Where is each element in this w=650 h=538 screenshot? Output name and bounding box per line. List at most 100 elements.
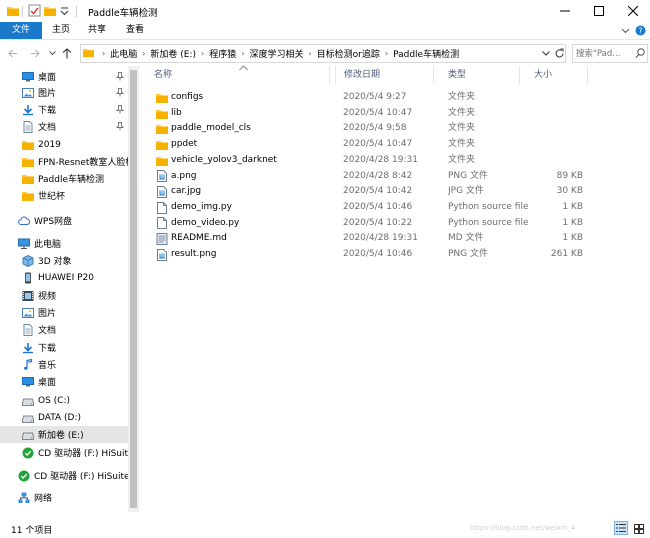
nav-item[interactable]: WPS网盘 xyxy=(0,212,128,229)
file-icon xyxy=(156,201,168,214)
breadcrumb-separator-icon[interactable]: › xyxy=(385,49,388,58)
large-icons-view-button[interactable] xyxy=(632,522,645,535)
nav-item[interactable]: HUAWEI P20 xyxy=(0,269,128,286)
file-row[interactable]: demo_video.py 2020/5/4 10:22 Python source… xyxy=(140,216,600,232)
drive-icon xyxy=(22,395,34,407)
nav-item[interactable]: 音乐 xyxy=(0,356,128,373)
up-button[interactable] xyxy=(62,48,72,59)
file-row[interactable]: configs 2020/5/4 9:27 文件夹 xyxy=(140,90,600,106)
maximize-button[interactable] xyxy=(582,0,616,22)
breadcrumb-separator-icon[interactable]: › xyxy=(201,49,204,58)
back-button[interactable] xyxy=(8,49,18,58)
file-type: Python source file xyxy=(448,201,529,212)
nav-item[interactable]: 2019 xyxy=(0,136,128,153)
nav-item[interactable]: 文档 xyxy=(0,118,128,135)
file-row[interactable]: result.png 2020/5/4 10:46 PNG 文件 261 KB xyxy=(140,247,600,263)
column-header-size[interactable]: 大小 xyxy=(520,66,588,84)
tab-file[interactable]: 文件 xyxy=(0,22,42,39)
pictures-icon xyxy=(22,307,34,319)
nav-item[interactable]: 桌面 xyxy=(0,373,128,390)
quick-access-dropdown-icon[interactable] xyxy=(60,5,69,17)
nav-item[interactable]: 网络 xyxy=(0,489,128,506)
recent-locations-icon[interactable] xyxy=(49,51,56,56)
properties-icon[interactable] xyxy=(28,4,41,17)
file-row[interactable]: ppdet 2020/5/4 10:47 文件夹 xyxy=(140,137,600,153)
breadcrumb-separator-icon[interactable]: › xyxy=(308,49,311,58)
address-bar[interactable]: › 此电脑 › 新加卷 (E:) › 程序猿 › 深度学习相关 › 目标检测or… xyxy=(80,44,566,63)
file-type: 文件夹 xyxy=(448,107,476,118)
tab-home[interactable]: 主页 xyxy=(44,22,78,39)
nav-item[interactable]: 下载 xyxy=(0,339,128,356)
nav-item-label: 图片 xyxy=(38,89,57,99)
breadcrumb-item[interactable]: 新加卷 (E:) xyxy=(150,47,196,60)
file-type: JPG 文件 xyxy=(448,186,484,197)
file-row[interactable]: README.md 2020/4/28 19:31 MD 文件 1 KB xyxy=(140,231,600,247)
minimize-button[interactable] xyxy=(548,0,582,22)
file-type: MD 文件 xyxy=(448,233,484,244)
nav-item[interactable]: 世纪杯 xyxy=(0,187,128,204)
nav-item[interactable]: 此电脑 xyxy=(0,235,128,252)
breadcrumb-item[interactable]: 深度学习相关 xyxy=(249,47,303,60)
file-name: paddle_model_cls xyxy=(171,123,251,134)
file-name-cell: lib xyxy=(156,106,182,122)
file-size: 1 KB xyxy=(562,217,583,228)
scrollbar-thumb[interactable] xyxy=(130,70,137,508)
breadcrumb-item[interactable]: 程序猿 xyxy=(209,47,236,60)
nav-item[interactable]: DATA (D:) xyxy=(0,409,128,426)
status-bar: 11 个项目 https://blog.csdn.net/weixin_4 xyxy=(0,518,650,538)
desktop-icon xyxy=(22,376,34,388)
address-history-icon[interactable] xyxy=(542,51,550,56)
nav-item[interactable]: 桌面 xyxy=(0,68,128,85)
tab-share[interactable]: 共享 xyxy=(80,22,114,39)
nav-item[interactable]: OS (C:) xyxy=(0,392,128,409)
column-header-type[interactable]: 类型 xyxy=(434,66,520,84)
desktop-icon xyxy=(22,71,34,83)
search-box[interactable] xyxy=(572,44,648,63)
nav-item-label: 桌面 xyxy=(38,378,57,388)
column-header-name[interactable]: 名称 xyxy=(140,66,336,84)
nav-item[interactable]: 新加卷 (E:) xyxy=(0,426,128,443)
search-input[interactable] xyxy=(576,47,632,60)
file-name-cell: demo_img.py xyxy=(156,200,232,216)
breadcrumb-item[interactable]: 目标检测or追踪 xyxy=(317,47,380,60)
file-row[interactable]: a.png 2020/4/28 8:42 PNG 文件 89 KB xyxy=(140,169,600,185)
breadcrumb: › 此电脑 › 新加卷 (E:) › 程序猿 › 深度学习相关 › 目标检测or… xyxy=(97,45,459,62)
nav-item[interactable]: CD 驱动器 (F:) HiSuite xyxy=(0,467,128,484)
file-name-cell: a.png xyxy=(156,169,197,185)
details-view-button[interactable] xyxy=(614,521,628,535)
nav-item-label: 下载 xyxy=(38,344,57,354)
file-name-cell: paddle_model_cls xyxy=(156,121,251,137)
breadcrumb-separator-icon[interactable]: › xyxy=(142,49,145,58)
breadcrumb-separator-icon[interactable]: › xyxy=(241,49,244,58)
file-row[interactable]: vehicle_yolov3_darknet 2020/4/28 19:31 文件夹 xyxy=(140,153,600,169)
cloud-icon xyxy=(18,215,30,227)
nav-item[interactable]: 图片 xyxy=(0,84,128,101)
new-folder-icon[interactable] xyxy=(44,5,56,17)
navigation-scrollbar[interactable] xyxy=(128,66,139,512)
nav-item[interactable]: 下载 xyxy=(0,101,128,118)
file-row[interactable]: demo_img.py 2020/5/4 10:46 Python source f… xyxy=(140,200,600,216)
column-header-date[interactable]: 修改日期 xyxy=(329,66,434,84)
breadcrumb-item[interactable]: 此电脑 xyxy=(110,47,137,60)
tab-view[interactable]: 查看 xyxy=(118,22,152,39)
file-type: 文件夹 xyxy=(448,123,476,134)
nav-item[interactable]: Paddle车辆检测 xyxy=(0,170,128,187)
expand-ribbon-icon[interactable] xyxy=(621,26,630,35)
file-size: 1 KB xyxy=(562,201,583,212)
refresh-icon[interactable] xyxy=(554,48,565,59)
nav-item[interactable]: 图片 xyxy=(0,304,128,321)
file-row[interactable]: car.jpg 2020/5/4 10:42 JPG 文件 30 KB xyxy=(140,184,600,200)
nav-item[interactable]: 视频 xyxy=(0,287,128,304)
nav-item[interactable]: CD 驱动器 (F:) HiSuite xyxy=(0,444,128,461)
nav-item[interactable]: FPN-Resnet教室人脸检 xyxy=(0,153,128,170)
image-file-icon xyxy=(156,170,168,183)
forward-button[interactable] xyxy=(30,49,40,58)
navigation-pane[interactable]: 桌面 图片 下载 文档 2019 FPN-Resnet教室人脸检 Paddle车辆检测 世纪杯… xyxy=(0,66,128,512)
file-row[interactable]: paddle_model_cls 2020/5/4 9:58 文件夹 xyxy=(140,121,600,137)
close-button[interactable] xyxy=(616,0,650,22)
nav-item[interactable]: 文档 xyxy=(0,321,128,338)
file-row[interactable]: lib 2020/5/4 10:47 文件夹 xyxy=(140,106,600,122)
breadcrumb-item[interactable]: Paddle车辆检测 xyxy=(393,47,459,60)
help-icon[interactable]: ? xyxy=(635,25,646,36)
nav-item[interactable]: 3D 对象 xyxy=(0,252,128,269)
